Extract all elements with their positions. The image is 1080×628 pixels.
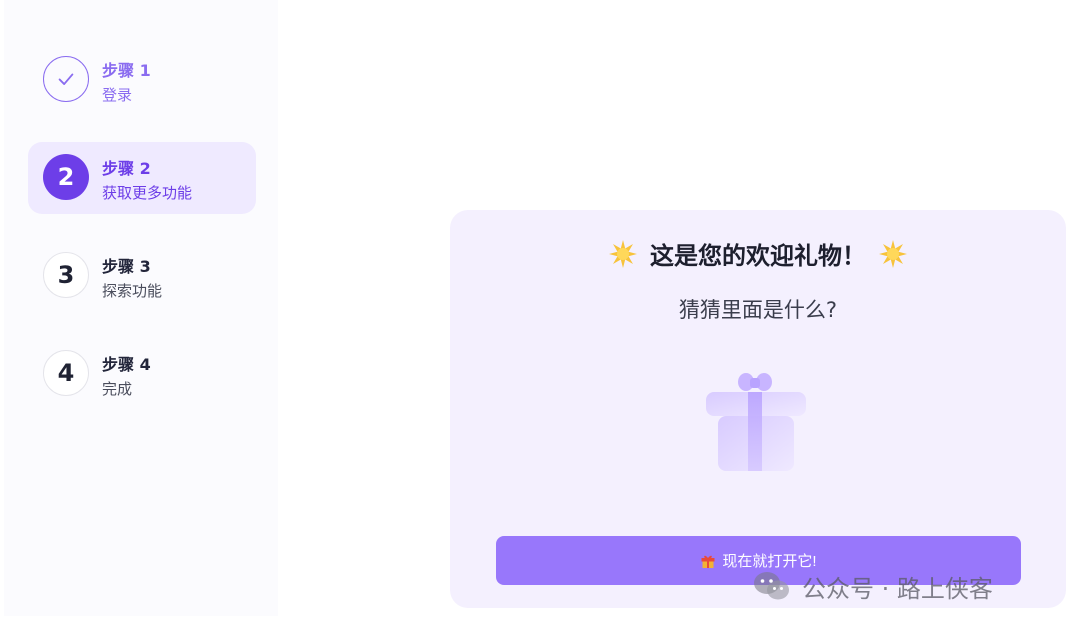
step-1-title: 步骤 1 xyxy=(102,61,151,80)
check-icon xyxy=(58,73,74,85)
wechat-icon xyxy=(754,572,789,600)
step-3-subtitle: 探索功能 xyxy=(102,282,163,300)
step-4-subtitle: 完成 xyxy=(102,380,133,398)
step-2-title: 步骤 2 xyxy=(102,159,151,178)
sparkle-icon xyxy=(609,239,637,268)
step-2[interactable]: 2 步骤 2 获取更多功能 xyxy=(28,142,256,214)
step-1-status xyxy=(43,56,89,102)
step-3-number: 3 xyxy=(43,252,89,298)
welcome-gift-card: 这是您的欢迎礼物！ 猜猜里面是什么? 现在就打开它! xyxy=(450,210,1066,608)
step-4-title: 步骤 4 xyxy=(102,355,151,374)
step-1[interactable]: 步骤 1 登录 xyxy=(28,44,256,116)
step-4-number: 4 xyxy=(43,350,89,396)
watermark-text: 公众号 · 路上侠客 xyxy=(802,574,993,603)
sparkle-icon xyxy=(879,239,907,268)
step-1-subtitle: 登录 xyxy=(102,86,133,104)
gift-box-icon xyxy=(706,373,806,471)
gift-box-illustration[interactable] xyxy=(670,334,842,508)
gift-card-header: 这是您的欢迎礼物！ xyxy=(450,236,1066,271)
step-2-subtitle: 获取更多功能 xyxy=(102,184,193,202)
gift-emoji-icon xyxy=(701,555,715,568)
step-3[interactable]: 3 步骤 3 探索功能 xyxy=(28,240,256,312)
step-2-number: 2 xyxy=(43,154,89,200)
gift-card-title: 这是您的欢迎礼物！ xyxy=(650,242,866,270)
watermark: 公众号 · 路上侠客 xyxy=(752,566,993,606)
step-4[interactable]: 4 步骤 4 完成 xyxy=(28,338,256,410)
step-3-title: 步骤 3 xyxy=(102,257,151,276)
gift-card-subtitle: 猜猜里面是什么? xyxy=(678,298,838,322)
steps-sidebar: 步骤 1 登录 2 步骤 2 获取更多功能 3 步骤 3 探索功能 4 步骤 4… xyxy=(4,0,278,616)
